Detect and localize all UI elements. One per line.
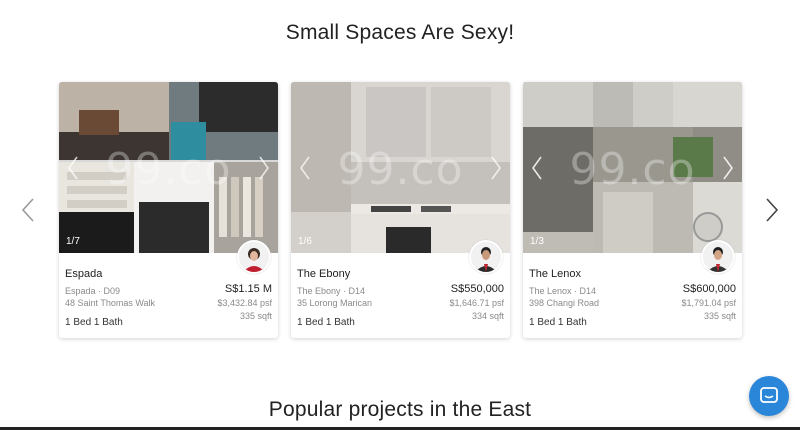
watermark: 99.co [105, 144, 232, 195]
chat-button[interactable] [749, 376, 789, 416]
listing-rooms: 1 Bed 1 Bath [297, 317, 355, 328]
chat-bubble-icon [760, 387, 778, 403]
listing-psf: $3,432.84 psf [217, 298, 272, 308]
photo-prev-icon[interactable] [529, 154, 545, 182]
listing-price: S$600,000 [682, 283, 736, 295]
section-title: Small Spaces Are Sexy! [285, 21, 515, 44]
chevron-left-icon[interactable] [19, 196, 37, 224]
photo-counter: 1/3 [530, 236, 544, 247]
photo-prev-icon[interactable] [297, 154, 313, 182]
listing-district: The Lenox · D14 [529, 286, 597, 296]
chevron-right-icon[interactable] [763, 196, 781, 224]
listing-rooms: 1 Bed 1 Bath [529, 317, 587, 328]
watermark: 99.co [569, 144, 696, 195]
photo-next-icon[interactable] [488, 154, 504, 182]
photo-counter: 1/7 [66, 236, 80, 247]
listing-name: Espada [65, 268, 103, 280]
listing-price: S$550,000 [450, 283, 504, 295]
listing-photo[interactable]: 99.co 1/7 [59, 82, 278, 253]
listing-name: The Ebony [297, 268, 351, 280]
listing-card[interactable]: 99.co 1/7 Espada Espada · D09 48 Saint T… [59, 82, 278, 338]
listing-card[interactable]: 99.co 1/3 The Lenox The Lenox · D14 398 … [523, 82, 742, 338]
photo-counter: 1/6 [298, 236, 312, 247]
listing-photo[interactable]: 99.co 1/3 [523, 82, 742, 253]
listing-district: Espada · D09 [65, 286, 121, 296]
listing-size: 335 sqft [239, 311, 272, 321]
agent-avatar[interactable] [469, 240, 503, 274]
listing-psf: $1,791.04 psf [681, 298, 736, 308]
listing-name: The Lenox [529, 268, 581, 280]
listing-card[interactable]: 99.co 1/6 The Ebony The Ebony · D14 35 L… [291, 82, 510, 338]
listing-address: 35 Lorong Marican [297, 298, 373, 308]
listing-address: 48 Saint Thomas Walk [65, 298, 156, 308]
listing-photo[interactable]: 99.co 1/6 [291, 82, 510, 253]
section-title: Popular projects in the East [268, 398, 532, 421]
listing-address: 398 Changi Road [529, 298, 600, 308]
listing-rooms: 1 Bed 1 Bath [65, 317, 123, 328]
photo-next-icon[interactable] [720, 154, 736, 182]
listing-district: The Ebony · D14 [297, 286, 366, 296]
agent-avatar[interactable] [701, 240, 735, 274]
photo-prev-icon[interactable] [65, 154, 81, 182]
photo-next-icon[interactable] [256, 154, 272, 182]
listing-size: 335 sqft [703, 311, 736, 321]
agent-avatar[interactable] [237, 240, 271, 274]
listing-psf: $1,646.71 psf [449, 298, 504, 308]
listing-price: S$1.15 M [224, 283, 272, 295]
watermark: 99.co [337, 144, 464, 195]
listing-size: 334 sqft [471, 311, 504, 321]
